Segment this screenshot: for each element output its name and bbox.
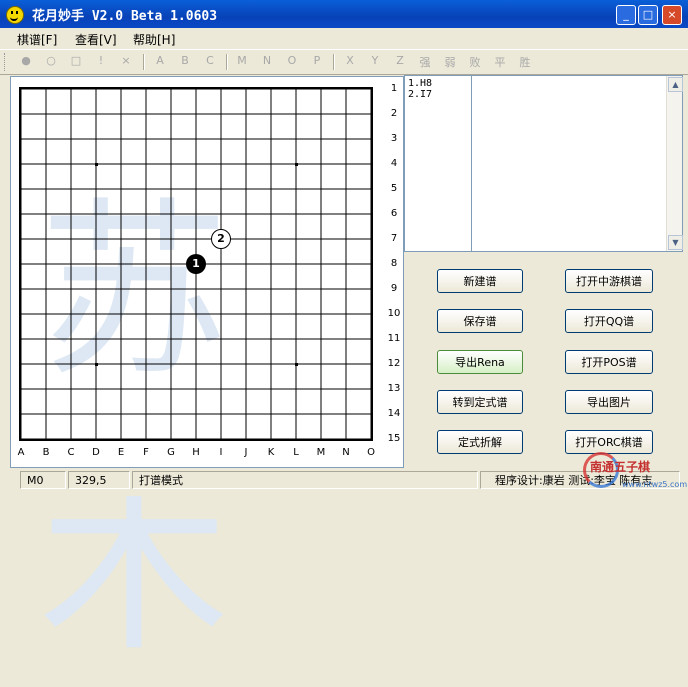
label-z-button[interactable]: Z (393, 54, 407, 67)
column-label: J (244, 447, 248, 458)
board-panel: 苏木 1 2 3 4 5 6 7 8 9 10 11 12 13 14 15 A B C D E F G H I J K L M N O … (10, 76, 404, 677)
toolbar-separator (143, 54, 145, 70)
open-orc-button[interactable]: 打开ORC棋谱 (565, 430, 653, 454)
star-point (94, 362, 98, 366)
open-qq-button[interactable]: 打开QQ谱 (565, 309, 653, 333)
label-n-button[interactable]: N (260, 54, 274, 67)
comment-box[interactable]: ▲ ▼ (471, 75, 683, 252)
row-label: 3 (390, 133, 398, 144)
to-opening-button[interactable]: 转到定式谱 (437, 390, 523, 414)
export-image-button[interactable]: 导出图片 (565, 390, 653, 414)
row-label: 9 (390, 283, 398, 294)
column-label: L (293, 447, 299, 458)
row-label: 8 (390, 258, 398, 269)
win-button[interactable]: 胜 (518, 54, 532, 70)
smiley-app-icon (6, 6, 24, 24)
label-m-button[interactable]: M (235, 54, 249, 67)
menu-bar: 棋谱[F] 查看[V] 帮助[H] (0, 28, 688, 48)
save-record-button[interactable]: 保存谱 (437, 309, 523, 333)
brand-name: 南通五子棋 (590, 460, 651, 474)
column-label: E (117, 447, 125, 458)
star-point (294, 362, 298, 366)
move-item[interactable]: 2.I7 (405, 89, 471, 100)
row-label: 6 (390, 208, 398, 219)
cross-tool-button[interactable]: × (119, 54, 133, 67)
open-pos-button[interactable]: 打开POS谱 (565, 350, 653, 374)
label-a-button[interactable]: A (153, 54, 167, 67)
row-label: 10 (387, 308, 401, 319)
draw-button[interactable]: 平 (493, 54, 507, 70)
row-label: 5 (390, 183, 398, 194)
label-o-button[interactable]: O (285, 54, 299, 67)
label-p-button[interactable]: P (310, 54, 324, 67)
row-label: 15 (387, 433, 401, 444)
close-button[interactable]: × (662, 5, 682, 25)
column-label: F (143, 447, 149, 458)
menu-view[interactable]: 查看[V] (75, 31, 117, 48)
column-label: A (17, 447, 25, 458)
label-b-button[interactable]: B (178, 54, 192, 67)
open-zhongyou-button[interactable]: 打开中游棋谱 (565, 269, 653, 293)
row-label: 14 (387, 408, 401, 419)
row-label: 7 (390, 233, 398, 244)
black-stone-tool-button[interactable]: ● (19, 54, 33, 67)
brand-url: www.ntwz5.com (622, 480, 688, 489)
status-move-code: M0 (20, 471, 66, 489)
mark-tool-button[interactable]: ! (94, 54, 108, 67)
window-title: 花月妙手 V2.0 Beta 1.0603 (32, 9, 218, 24)
move-list[interactable]: 1.H8 2.I7 (404, 75, 472, 252)
column-label: B (42, 447, 50, 458)
label-x-button[interactable]: X (343, 54, 357, 67)
label-c-button[interactable]: C (203, 54, 217, 67)
column-label: K (267, 447, 275, 458)
menu-qipu[interactable]: 棋谱[F] (17, 31, 57, 48)
scroll-down-icon[interactable]: ▼ (668, 235, 683, 250)
strong-button[interactable]: 强 (418, 54, 432, 70)
row-label: 1 (390, 83, 398, 94)
column-label: O (367, 447, 375, 458)
scrollbar[interactable]: ▲ ▼ (666, 76, 683, 251)
black-stone: 1 (186, 254, 206, 274)
toolbar-separator (226, 54, 228, 70)
white-stone-tool-button[interactable]: ○ (44, 54, 58, 67)
column-label: H (192, 447, 200, 458)
star-point (94, 162, 98, 166)
square-tool-button[interactable]: □ (69, 54, 83, 67)
scroll-up-icon[interactable]: ▲ (668, 77, 683, 92)
row-label: 12 (387, 358, 401, 369)
opening-analysis-button[interactable]: 定式折解 (437, 430, 523, 454)
move-item[interactable]: 1.H8 (405, 76, 471, 89)
row-label: 11 (387, 333, 401, 344)
column-label: C (67, 447, 75, 458)
column-label: M (316, 447, 326, 458)
star-point (294, 162, 298, 166)
title-bar: 花月妙手 V2.0 Beta 1.0603 _ □ × (0, 0, 688, 28)
new-record-button[interactable]: 新建谱 (437, 269, 523, 293)
status-coords: 329,5 (68, 471, 130, 489)
label-y-button[interactable]: Y (368, 54, 382, 67)
maximize-button[interactable]: □ (638, 5, 658, 25)
toolbar-grip[interactable] (4, 53, 8, 71)
toolbar-separator (333, 54, 335, 70)
row-label: 13 (387, 383, 401, 394)
row-label: 4 (390, 158, 398, 169)
column-label: N (342, 447, 350, 458)
menu-help[interactable]: 帮助[H] (133, 31, 175, 48)
minimize-button[interactable]: _ (616, 5, 636, 25)
toolbar: ● ○ □ ! × A B C M N O P X Y Z 强 弱 败 平 胜 (0, 49, 688, 75)
weak-button[interactable]: 弱 (443, 54, 457, 70)
white-stone: 2 (211, 229, 231, 249)
lose-button[interactable]: 败 (468, 54, 482, 70)
column-label: G (167, 447, 175, 458)
status-mode: 打谱模式 (132, 471, 478, 489)
export-rena-button[interactable]: 导出Rena (437, 350, 523, 374)
column-label: D (92, 447, 100, 458)
row-label: 2 (390, 108, 398, 119)
column-label: I (219, 447, 223, 458)
